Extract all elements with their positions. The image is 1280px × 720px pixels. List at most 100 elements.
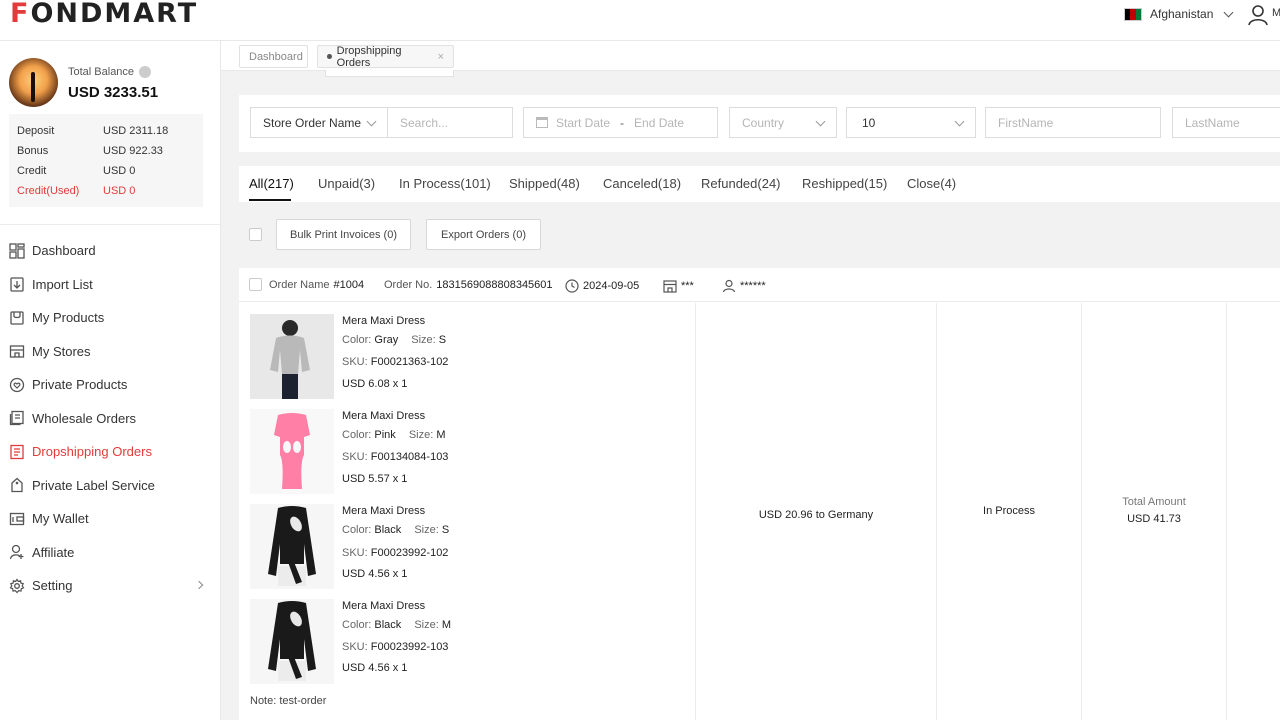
product-title: Mera Maxi Dress [342, 505, 426, 517]
search-input[interactable]: Search... [387, 107, 513, 138]
sku-value: F00134084-103 [370, 451, 449, 463]
input-placeholder: Search... [400, 115, 449, 130]
chevron-down-icon [1223, 7, 1234, 17]
sidebar-item-my-wallet[interactable]: My Wallet [0, 502, 220, 536]
sidebar-nav: Dashboard Import List My Products My Sto… [0, 234, 220, 603]
sidebar-item-setting[interactable]: Setting [0, 569, 220, 603]
fondmart-logo[interactable]: FONDMART [10, 0, 198, 28]
afghanistan-flag-icon [1124, 7, 1142, 21]
product-image[interactable] [250, 599, 334, 684]
sidebar-item-affiliate[interactable]: Affiliate [0, 536, 220, 570]
color-value: Black [374, 524, 402, 536]
help-icon[interactable] [139, 66, 152, 78]
order-no-value: 1831569088808345601 [436, 279, 553, 291]
status-tab-canceled[interactable]: Canceled(18) [603, 176, 681, 191]
store-order-name-select[interactable]: Store Order Name [250, 107, 388, 138]
import-icon [10, 277, 24, 292]
start-date-input[interactable]: Start Date [556, 116, 610, 130]
sku-value: F00021363-102 [370, 356, 449, 368]
size-label: Size: [414, 524, 439, 536]
color-value: Gray [374, 334, 399, 346]
chevron-down-icon [954, 116, 965, 127]
calendar-icon [536, 117, 548, 128]
chevron-right-icon [194, 580, 204, 590]
country-selector[interactable]: Afghanistan [1124, 7, 1234, 21]
product-image[interactable] [250, 504, 334, 589]
orders-icon [10, 444, 24, 459]
size-value: S [438, 334, 447, 346]
product-attributes: Color: Gray Size: S [342, 334, 446, 346]
label-icon [11, 477, 23, 493]
tab-dropshipping-orders[interactable]: Dropshipping Orders × [317, 45, 454, 69]
product-title: Mera Maxi Dress [342, 600, 426, 612]
status-tab-shipped[interactable]: Shipped(48) [509, 176, 580, 191]
sidebar-item-dashboard[interactable]: Dashboard [0, 234, 220, 268]
sidebar-item-my-products[interactable]: My Products [0, 301, 220, 335]
color-value: Pink [374, 429, 396, 441]
product-sku: SKU: F00023992-103 [342, 641, 448, 653]
product-sku: SKU: F00023992-102 [342, 547, 448, 559]
sidebar-item-label: Private Products [32, 377, 128, 393]
order-checkbox[interactable] [249, 278, 262, 291]
export-orders-button[interactable]: Export Orders (0) [426, 219, 541, 250]
input-placeholder: LastName [1185, 115, 1240, 130]
active-tab-indicator [249, 199, 291, 201]
product-title: Mera Maxi Dress [342, 315, 426, 327]
sidebar-item-label: My Wallet [32, 511, 89, 527]
tab-dashboard[interactable]: Dashboard [239, 45, 308, 68]
product-image[interactable] [250, 409, 334, 494]
gear-icon [9, 578, 25, 594]
status-tab-unpaid[interactable]: Unpaid(3) [318, 176, 375, 191]
order-name: Order Name #1004 [269, 279, 364, 291]
sku-label: SKU: [342, 451, 368, 463]
product-sku: SKU: F00134084-103 [342, 451, 448, 463]
end-date-input[interactable]: End Date [634, 116, 684, 130]
user-icon[interactable] [1247, 4, 1269, 26]
sidebar-item-label: Private Label Service [32, 477, 155, 493]
user-name[interactable]: M [1272, 7, 1280, 19]
status-tab-all[interactable]: All(217) [249, 176, 294, 191]
store-icon [9, 345, 25, 358]
country-select[interactable]: Country [729, 107, 837, 138]
sidebar-item-label: My Products [32, 310, 105, 326]
product-attributes: Color: Black Size: M [342, 619, 451, 631]
select-all-checkbox[interactable] [249, 228, 262, 241]
total-balance-label: Total Balance [68, 66, 152, 78]
sidebar: Total Balance USD 3233.51 Deposit USD 231… [0, 41, 221, 720]
status-tab-in-process[interactable]: In Process(101) [399, 176, 491, 191]
sidebar-item-my-stores[interactable]: My Stores [0, 335, 220, 369]
date-range-picker[interactable]: Start Date - End Date [523, 107, 718, 138]
status-tab-close[interactable]: Close(4) [907, 176, 956, 191]
sidebar-item-label: My Stores [32, 343, 91, 359]
product-attributes: Color: Pink Size: M [342, 429, 446, 441]
size-value: M [436, 429, 446, 441]
lastname-input[interactable]: LastName [1172, 107, 1280, 138]
status-tab-refunded[interactable]: Refunded(24) [701, 176, 781, 191]
sidebar-item-dropshipping-orders[interactable]: Dropshipping Orders [0, 435, 220, 469]
bulk-print-invoices-button[interactable]: Bulk Print Invoices (0) [276, 219, 411, 250]
avatar[interactable] [9, 58, 58, 107]
wallet-icon [9, 512, 25, 525]
sidebar-item-private-products[interactable]: Private Products [0, 368, 220, 402]
wholesale-icon [9, 411, 24, 426]
column-divider [1081, 303, 1082, 720]
status-tab-reshipped[interactable]: Reshipped(15) [802, 176, 887, 191]
color-label: Color: [342, 524, 372, 536]
products-icon [10, 311, 24, 325]
sidebar-item-import-list[interactable]: Import List [0, 268, 220, 302]
firstname-input[interactable]: FirstName [985, 107, 1161, 138]
color-label: Color: [342, 429, 372, 441]
size-value: M [441, 619, 452, 631]
sidebar-item-wholesale-orders[interactable]: Wholesale Orders [0, 402, 220, 436]
color-value: Black [374, 619, 402, 631]
order-name-value: #1004 [333, 279, 365, 291]
size-label: Size: [411, 334, 436, 346]
close-icon[interactable]: × [438, 51, 444, 63]
color-label: Color: [342, 619, 372, 631]
product-price: USD 5.57 x 1 [342, 473, 408, 485]
sidebar-item-label: Wholesale Orders [32, 410, 137, 426]
page-size-select[interactable]: 10 [846, 107, 976, 138]
product-price: USD 4.56 x 1 [342, 568, 408, 580]
product-image[interactable] [250, 314, 334, 399]
sidebar-item-private-label-service[interactable]: Private Label Service [0, 469, 220, 503]
